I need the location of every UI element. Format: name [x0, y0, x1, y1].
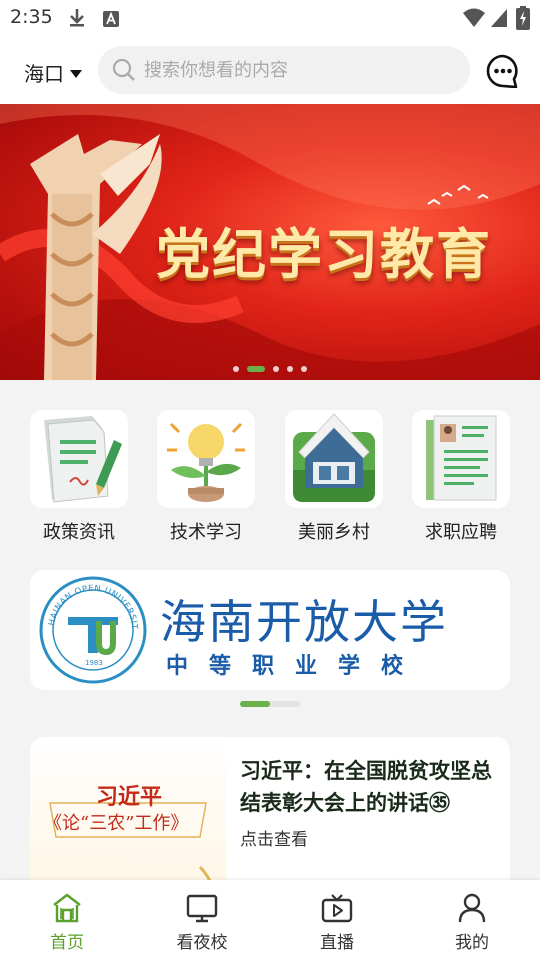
- nav-home[interactable]: 首页: [17, 892, 117, 953]
- download-icon: [70, 9, 84, 27]
- nav-label: 首页: [50, 933, 84, 953]
- university-carousel-indicator: [240, 701, 300, 707]
- wifi-icon: [463, 8, 485, 27]
- city-selector[interactable]: 海口: [24, 58, 82, 87]
- quick-item-label: 美丽乡村: [298, 522, 370, 543]
- nav-profile[interactable]: 我的: [422, 892, 522, 953]
- house-icon: [285, 410, 383, 508]
- indicator-fill: [240, 701, 270, 707]
- carousel-indicator: [0, 366, 540, 372]
- carousel-dot: [287, 366, 293, 372]
- nav-label: 我的: [455, 933, 489, 953]
- resume-icon: [412, 410, 510, 508]
- accessibility-icon: [103, 11, 119, 27]
- bottom-nav: 首页 看夜校 直播 我的: [0, 880, 540, 960]
- nav-night-school[interactable]: 看夜校: [152, 892, 252, 953]
- nav-label: 看夜校: [176, 933, 228, 953]
- thumbnail-book-title: 《论“三农”工作》: [44, 813, 189, 834]
- quick-item-label: 技术学习: [170, 522, 242, 543]
- news-title: 习近平：在全国脱贫攻坚总结表彰大会上的讲话㉟: [240, 759, 492, 815]
- university-logo: HAINAN OPEN UNIVERSITY 1983: [38, 575, 147, 684]
- home-icon: [53, 893, 81, 923]
- nav-live[interactable]: 直播: [287, 892, 387, 953]
- status-bar: 2:35: [0, 0, 540, 36]
- city-label: 海口: [24, 62, 64, 86]
- university-subtitle: 中等职业学校: [166, 654, 425, 679]
- nav-label: 直播: [320, 933, 354, 953]
- banner-title: 党纪学习教育: [156, 223, 492, 286]
- quick-item-jobs[interactable]: 求职应聘: [412, 410, 510, 544]
- quick-item-label: 政策资讯: [43, 522, 115, 543]
- policy-document-icon: [30, 410, 128, 508]
- battery-charging-icon: [516, 6, 530, 30]
- university-card[interactable]: HAINAN OPEN UNIVERSITY 1983 海南开放大学 中等职业学…: [30, 570, 510, 690]
- quick-item-policy[interactable]: 政策资讯: [30, 410, 128, 544]
- search-icon: [112, 58, 135, 81]
- thumbnail-author: 习近平: [96, 785, 163, 810]
- news-subtitle: 点击查看: [240, 830, 308, 850]
- university-name: 海南开放大学: [160, 595, 448, 649]
- carousel-dot-active: [247, 366, 265, 372]
- status-time: 2:35: [10, 6, 53, 28]
- message-icon[interactable]: [486, 54, 520, 88]
- quick-menu: 政策资讯 技术学习 美丽乡村 求职应聘: [0, 380, 540, 550]
- carousel-dot: [273, 366, 279, 372]
- monitor-icon: [186, 894, 218, 923]
- quick-item-village[interactable]: 美丽乡村: [285, 410, 383, 544]
- search-input[interactable]: [144, 59, 444, 81]
- search-bar[interactable]: [98, 46, 470, 94]
- quick-item-label: 求职应聘: [425, 522, 497, 543]
- news-thumbnail: 习近平 《论“三农”工作》: [30, 737, 226, 897]
- live-tv-icon: [321, 894, 353, 923]
- chevron-down-icon: [70, 69, 82, 78]
- quick-item-tech[interactable]: 技术学习: [157, 410, 255, 544]
- carousel-dot: [301, 366, 307, 372]
- carousel-dot: [233, 366, 239, 372]
- lightbulb-plant-icon: [157, 410, 255, 508]
- news-card[interactable]: 习近平 《论“三农”工作》 习近平：在全国脱贫攻坚总结表彰大会上的讲话㉟ 点击查…: [30, 737, 510, 897]
- logo-year: 1983: [85, 659, 103, 667]
- user-icon: [458, 893, 486, 923]
- banner-carousel[interactable]: 党纪学习教育: [0, 104, 540, 380]
- header: 海口: [0, 36, 540, 104]
- signal-icon: [491, 9, 507, 27]
